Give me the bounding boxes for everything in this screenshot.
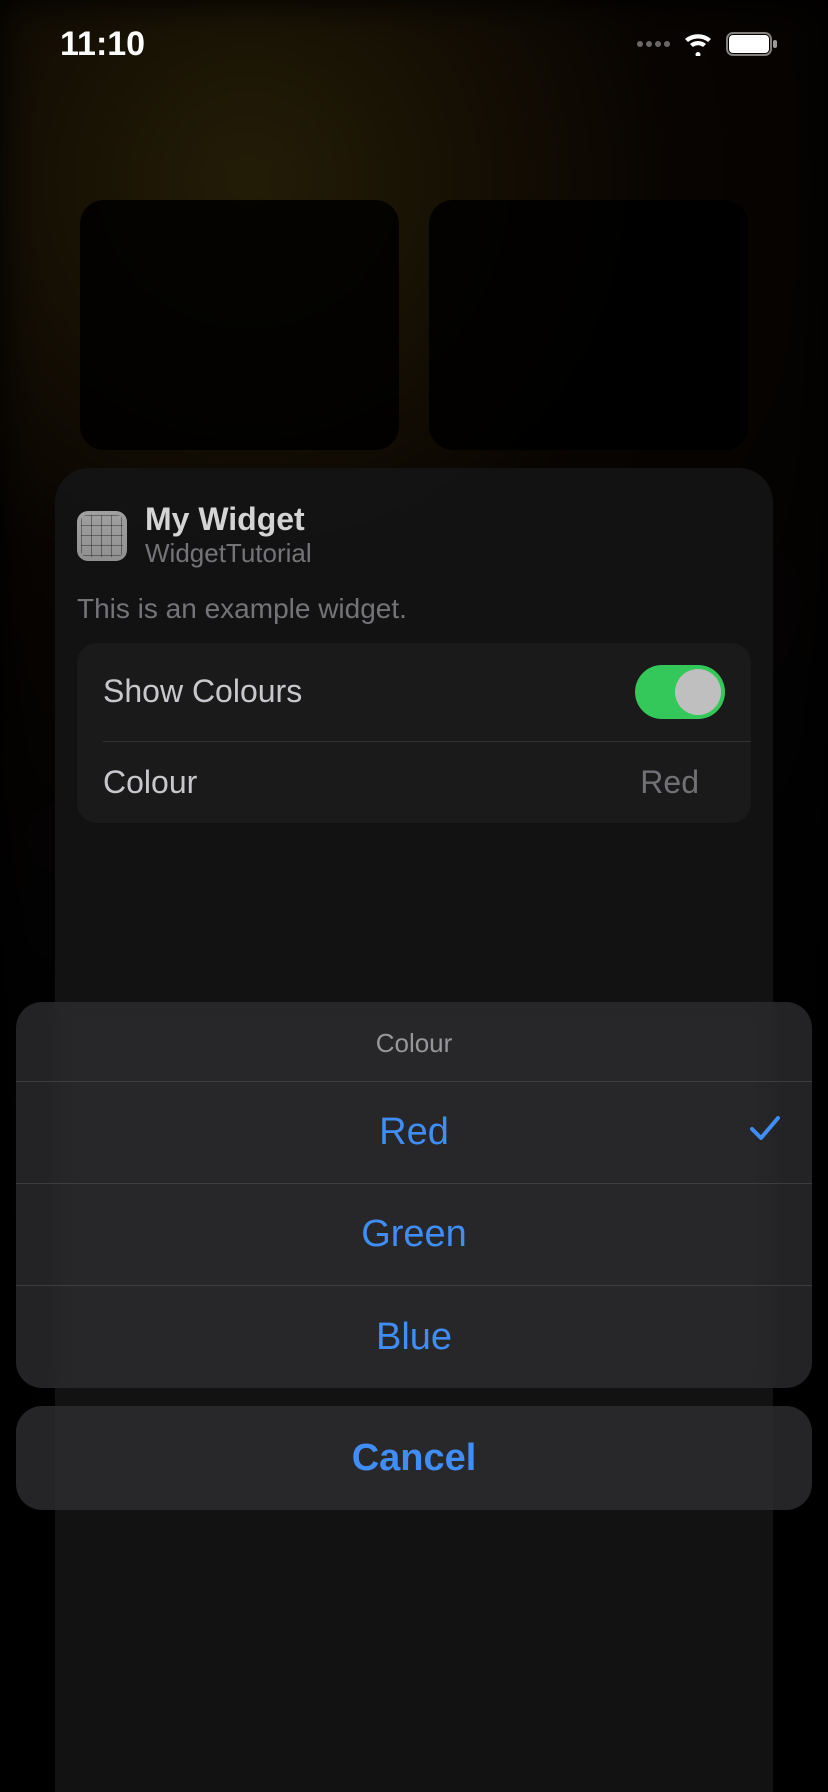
colour-value: Red bbox=[640, 764, 725, 801]
colour-option-red[interactable]: Red bbox=[16, 1082, 812, 1184]
action-sheet-container: Colour Red Green Blue Cancel bbox=[16, 1002, 812, 1510]
home-widget-placeholder bbox=[429, 200, 748, 450]
widget-header: My Widget WidgetTutorial bbox=[55, 502, 773, 571]
option-label: Red bbox=[379, 1111, 449, 1154]
action-sheet-title: Colour bbox=[16, 1002, 812, 1082]
cancel-button[interactable]: Cancel bbox=[16, 1406, 812, 1510]
show-colours-label: Show Colours bbox=[103, 673, 302, 710]
battery-icon bbox=[726, 32, 778, 56]
show-colours-row[interactable]: Show Colours bbox=[77, 643, 751, 741]
colour-option-green[interactable]: Green bbox=[16, 1184, 812, 1286]
home-widget-placeholder bbox=[80, 200, 399, 450]
cancel-label: Cancel bbox=[352, 1437, 477, 1480]
widget-app-icon bbox=[77, 511, 127, 561]
option-label: Blue bbox=[376, 1316, 452, 1359]
signal-icon bbox=[637, 41, 670, 47]
widget-subtitle: WidgetTutorial bbox=[145, 537, 312, 571]
option-label: Green bbox=[361, 1213, 467, 1256]
colour-row[interactable]: Colour Red bbox=[103, 741, 751, 823]
colour-action-sheet: Colour Red Green Blue bbox=[16, 1002, 812, 1388]
widget-titles: My Widget WidgetTutorial bbox=[145, 502, 312, 571]
home-widgets-row bbox=[80, 200, 748, 450]
widget-title: My Widget bbox=[145, 502, 312, 537]
toggle-knob bbox=[675, 669, 721, 715]
show-colours-toggle[interactable] bbox=[635, 665, 725, 719]
checkmark-icon bbox=[748, 1111, 782, 1155]
colour-label: Colour bbox=[103, 764, 197, 801]
status-bar: 11:10 bbox=[0, 0, 828, 88]
status-time: 11:10 bbox=[60, 25, 145, 64]
wifi-icon bbox=[682, 32, 714, 56]
status-indicators bbox=[637, 32, 778, 56]
settings-card: Show Colours Colour Red bbox=[77, 643, 751, 823]
colour-option-blue[interactable]: Blue bbox=[16, 1286, 812, 1388]
widget-description: This is an example widget. bbox=[55, 571, 773, 643]
